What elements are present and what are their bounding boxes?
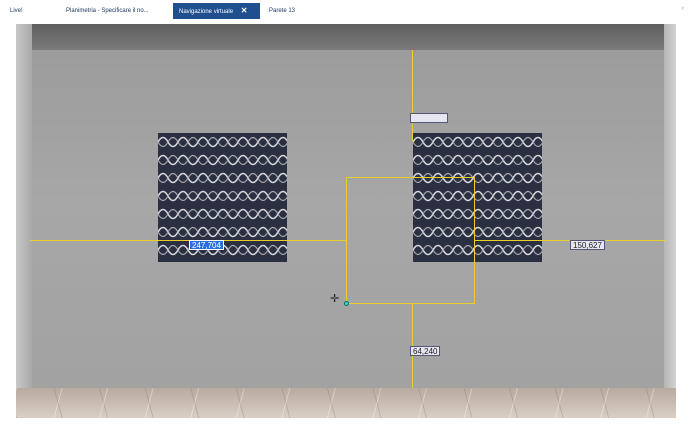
back-wall xyxy=(30,50,666,388)
selection-box-left[interactable] xyxy=(346,177,347,304)
vertical-guide-top xyxy=(412,50,413,141)
tab-label: Planimetria - Specificare il no... xyxy=(66,8,149,14)
tiled-floor xyxy=(16,388,676,418)
dimension-input-top[interactable] xyxy=(410,113,448,123)
tab-label: Live! xyxy=(10,8,23,14)
horizontal-guide-left xyxy=(30,240,346,241)
tab-planimetria[interactable]: Planimetria - Specificare il no... xyxy=(60,3,155,19)
tab-label: Parete 13 xyxy=(269,8,296,14)
tab-navigazione-virtuale[interactable]: Navigazione virtuale ✕ xyxy=(173,3,260,19)
selection-box-top xyxy=(346,177,475,178)
snap-point-icon[interactable] xyxy=(344,301,349,306)
selection-box-bottom xyxy=(346,303,475,304)
tab-label: Navigazione virtuale xyxy=(179,9,234,15)
move-crosshair-icon: ✛ xyxy=(330,293,340,305)
left-wall xyxy=(16,24,32,396)
tab-parete-13[interactable]: Parete 13 xyxy=(263,3,301,19)
right-wall xyxy=(664,24,676,396)
tab-live[interactable]: Live! xyxy=(4,3,29,19)
ceiling xyxy=(16,24,676,50)
document-tab-bar: Live! Planimetria - Specificare il no...… xyxy=(0,0,688,19)
dimension-input-left-width[interactable]: 247,704 xyxy=(189,240,224,250)
tab-overflow-icon[interactable]: ‹ xyxy=(682,5,684,12)
virtual-navigation-viewport[interactable]: 247,704 150,627 64,240 ✛ xyxy=(16,24,676,418)
close-icon[interactable]: ✕ xyxy=(241,3,248,19)
wave-pattern-right xyxy=(413,133,542,262)
dimension-input-bottom-offset[interactable]: 64,240 xyxy=(410,346,441,356)
dimension-input-right-offset[interactable]: 150,627 xyxy=(570,240,605,250)
selection-box-right[interactable] xyxy=(474,177,475,304)
decorative-panel-right[interactable] xyxy=(413,133,542,262)
